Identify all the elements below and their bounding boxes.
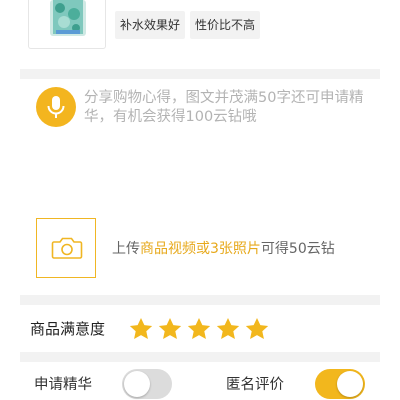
voice-input-button[interactable] [36, 87, 76, 127]
product-thumbnail[interactable] [28, 0, 106, 49]
section-divider [20, 295, 380, 305]
product-thumbnail-image [50, 0, 86, 36]
star-icon[interactable] [215, 316, 241, 342]
upload-hint-prefix: 上传 [112, 241, 140, 257]
star-icon[interactable] [128, 316, 154, 342]
review-tag[interactable]: 补水效果好 [115, 11, 186, 39]
star-icon[interactable] [157, 316, 183, 342]
microphone-icon [47, 96, 65, 118]
star-icon[interactable] [244, 316, 270, 342]
satisfaction-label: 商品满意度 [30, 320, 106, 338]
review-tag[interactable]: 性价比不高 [190, 11, 261, 39]
star-icon[interactable] [186, 316, 212, 342]
section-divider [20, 69, 380, 79]
essence-label: 申请精华 [34, 377, 92, 393]
essence-toggle[interactable] [122, 369, 172, 399]
camera-icon [51, 237, 83, 259]
toggle-knob [124, 371, 150, 397]
star-rating[interactable] [128, 316, 273, 342]
upload-hint-suffix: 可得50云钻 [260, 241, 335, 257]
anonymous-toggle[interactable] [315, 369, 365, 399]
upload-hint: 上传商品视频或3张照片可得50云钻 [112, 239, 335, 259]
section-divider [20, 352, 380, 362]
upload-hint-highlight: 商品视频或3张照片 [140, 241, 261, 257]
review-text-input[interactable]: 分享购物心得，图文并茂满50字还可申请精华，有机会获得100云钻哦 [84, 89, 374, 127]
toggle-knob [337, 371, 363, 397]
anonymous-label: 匿名评价 [226, 377, 284, 393]
upload-media-button[interactable] [36, 218, 96, 278]
